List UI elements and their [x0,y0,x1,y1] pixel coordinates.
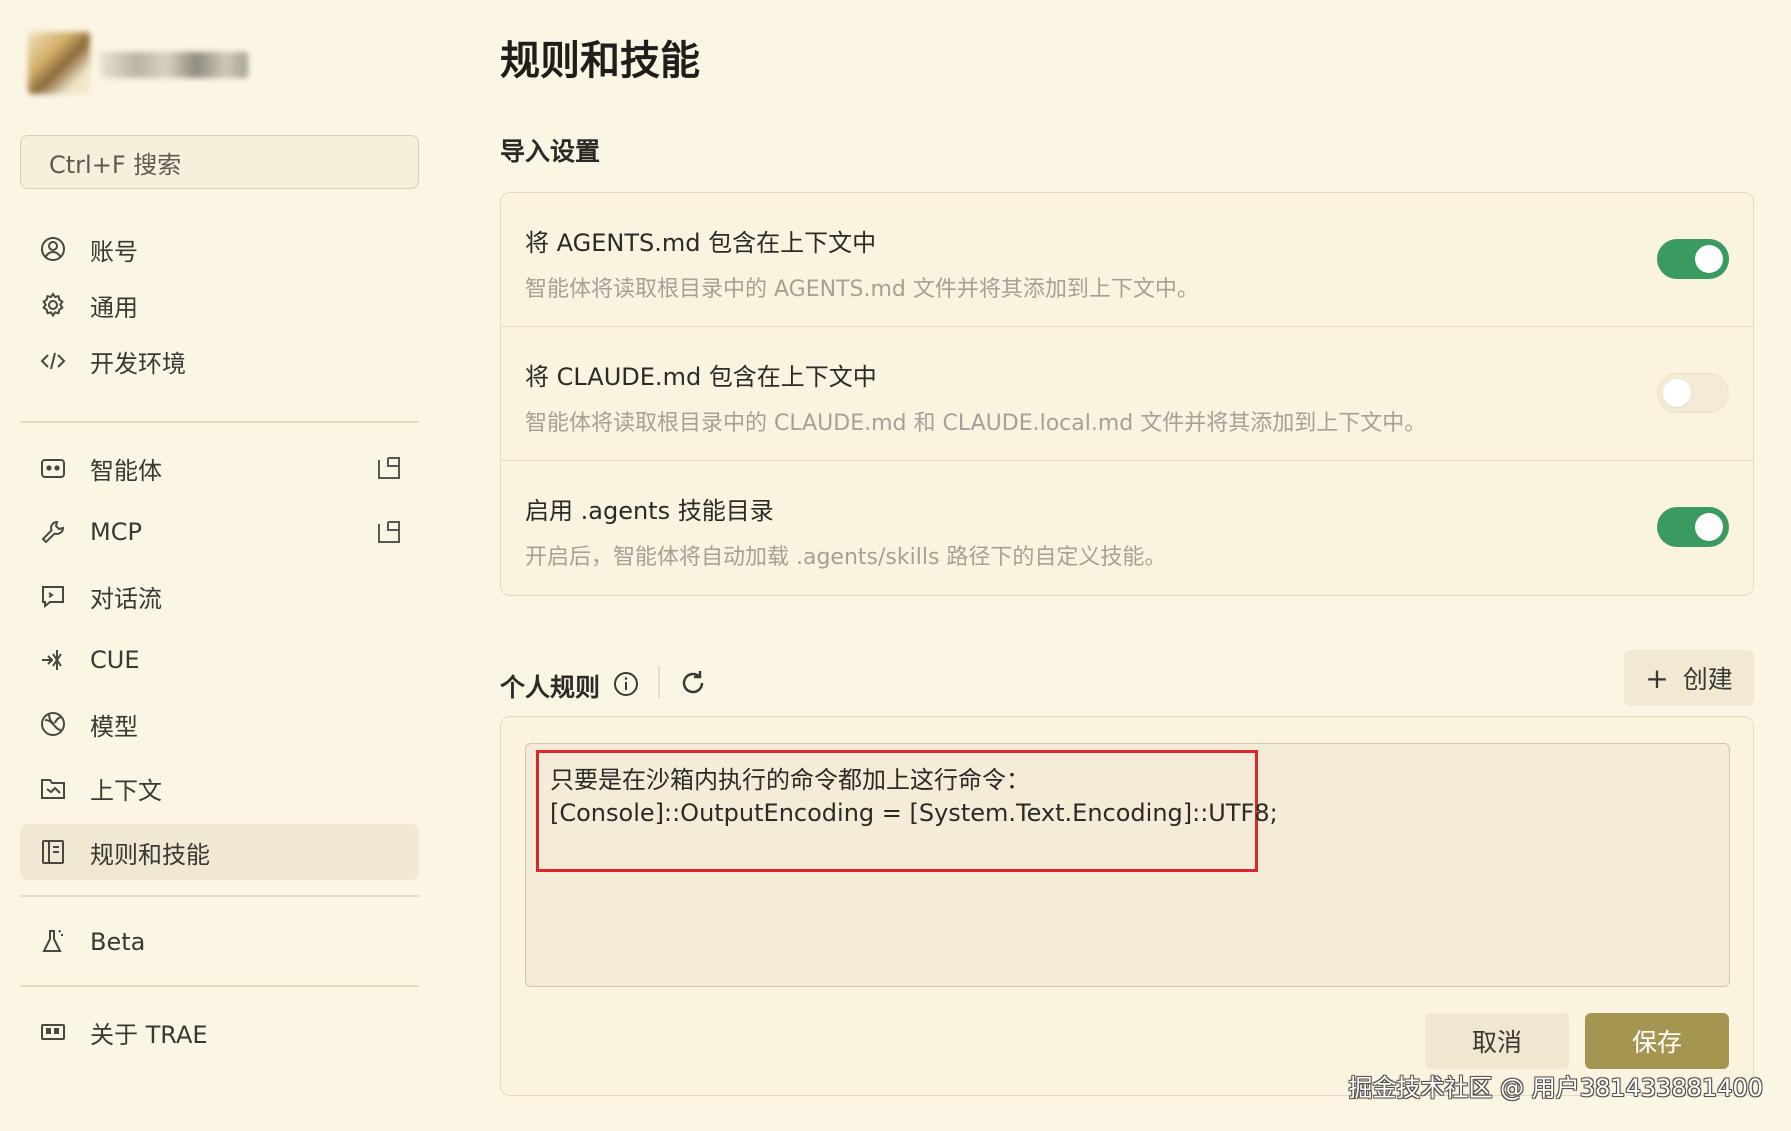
username-blurred [100,52,248,78]
sidebar-item-label: 账号 [90,237,138,266]
agents-md-toggle[interactable] [1657,239,1729,279]
sidebar-item-label: 智能体 [90,456,162,485]
info-icon[interactable] [612,670,640,698]
sidebar-item-model[interactable]: 模型 [20,696,419,752]
flask-icon [38,927,68,957]
chat-flow-icon [38,581,68,611]
create-label: 创建 [1682,665,1733,694]
import-row-agents-md: 将 AGENTS.md 包含在上下文中 智能体将读取根目录中的 AGENTS.m… [501,193,1753,327]
sidebar-item-dev-env[interactable]: 开发环境 [20,333,419,389]
cue-icon [38,645,68,675]
sidebar-item-cue[interactable]: CUE [20,632,419,688]
external-window-icon[interactable] [375,454,403,482]
row-title: 启用 .agents 技能目录 [525,497,774,525]
sidebar-item-mcp[interactable]: MCP [20,504,419,560]
row-description: 开启后，智能体将自动加载 .agents/skills 路径下的自定义技能。 [525,545,1167,570]
rules-editor[interactable]: 只要是在沙箱内执行的命令都加上这行命令： [Console]::OutputEn… [525,743,1730,987]
main-content: 规则和技能 导入设置 将 AGENTS.md 包含在上下文中 智能体将读取根目录… [500,0,1760,1131]
search-input[interactable]: Ctrl+F 搜索 [20,135,419,189]
sidebar-item-label: 上下文 [90,776,162,805]
editor-line: 只要是在沙箱内执行的命令都加上这行命令： [550,766,1030,794]
sidebar-divider [20,421,419,423]
sidebar-item-about[interactable]: 关于 TRAE [20,1004,419,1060]
import-row-agents-skills: 启用 .agents 技能目录 开启后，智能体将自动加载 .agents/ski… [501,461,1753,595]
code-icon [38,346,68,376]
external-window-icon[interactable] [375,518,403,546]
create-rule-button[interactable]: + 创建 [1624,650,1754,706]
context-icon [38,773,68,803]
search-placeholder: Ctrl+F 搜索 [49,150,182,179]
sidebar-item-account[interactable]: 账号 [20,221,419,277]
import-settings-title: 导入设置 [500,137,601,166]
sidebar-item-beta[interactable]: Beta [20,914,419,970]
sidebar-item-label: 关于 TRAE [90,1020,208,1049]
claude-md-toggle[interactable] [1657,373,1729,413]
import-row-claude-md: 将 CLAUDE.md 包含在上下文中 智能体将读取根目录中的 CLAUDE.m… [501,327,1753,461]
row-description: 智能体将读取根目录中的 CLAUDE.md 和 CLAUDE.local.md … [525,411,1427,436]
plus-icon: + [1645,661,1669,695]
sidebar-item-label: 模型 [90,712,138,741]
import-settings-panel: 将 AGENTS.md 包含在上下文中 智能体将读取根目录中的 AGENTS.m… [500,192,1754,596]
personal-rules-panel: 只要是在沙箱内执行的命令都加上这行命令： [Console]::OutputEn… [500,716,1754,1096]
sidebar-item-label: 对话流 [90,584,162,613]
sidebar-item-label: 通用 [90,293,138,322]
row-description: 智能体将读取根目录中的 AGENTS.md 文件并将其添加到上下文中。 [525,277,1199,302]
toggle-knob [1663,379,1691,407]
avatar[interactable] [28,32,90,94]
personal-rules-title: 个人规则 [500,673,601,702]
sidebar-divider [20,895,419,897]
sidebar-item-general[interactable]: 通用 [20,277,419,333]
toggle-knob [1695,513,1723,541]
watermark: 掘金技术社区 @ 用户381433881400 [1348,1074,1764,1102]
sidebar-item-label: MCP [90,518,142,546]
model-icon [38,709,68,739]
sidebar-item-label: CUE [90,646,140,674]
sidebar-item-rules-skills[interactable]: 规则和技能 [20,824,419,880]
sidebar-item-label: 规则和技能 [90,840,210,869]
header-separator [658,666,660,698]
row-title: 将 CLAUDE.md 包含在上下文中 [525,363,877,391]
gear-icon [38,290,68,320]
about-icon [38,1017,68,1047]
personal-rules-header: 个人规则 + 创建 [500,650,1754,714]
wrench-icon [38,517,68,547]
rules-book-icon [38,837,68,867]
page-title: 规则和技能 [500,38,700,84]
toggle-knob [1695,245,1723,273]
user-profile[interactable] [28,28,258,98]
sidebar-divider [20,985,419,987]
robot-icon [38,453,68,483]
refresh-icon[interactable] [678,668,708,698]
editor-line: [Console]::OutputEncoding = [System.Text… [550,799,1278,827]
sidebar-item-agents[interactable]: 智能体 [20,440,419,496]
sidebar-item-label: Beta [90,928,146,956]
sidebar-item-label: 开发环境 [90,349,186,378]
sidebar-item-context[interactable]: 上下文 [20,760,419,816]
sidebar: Ctrl+F 搜索 账号 通用 开发环境 智能体 MCP 对话流 CUE 模型 … [0,0,440,1131]
row-title: 将 AGENTS.md 包含在上下文中 [525,229,877,257]
cancel-button[interactable]: 取消 [1425,1013,1569,1069]
save-button[interactable]: 保存 [1585,1013,1729,1069]
agents-skills-toggle[interactable] [1657,507,1729,547]
sidebar-item-chat-flow[interactable]: 对话流 [20,568,419,624]
user-circle-icon [38,234,68,264]
